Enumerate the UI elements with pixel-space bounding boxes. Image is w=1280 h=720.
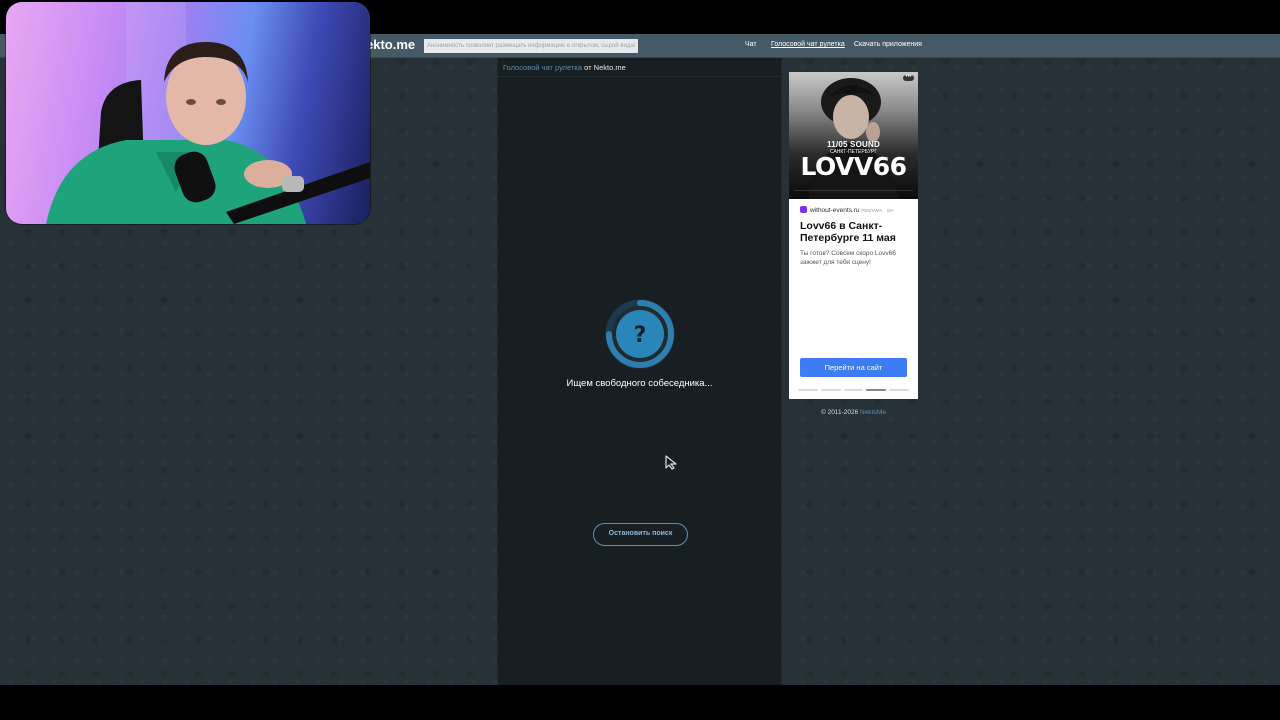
spinner-glyph: ? bbox=[634, 323, 647, 348]
copyright-text: © 2011-2026 bbox=[820, 409, 859, 416]
webcam-overlay bbox=[6, 2, 370, 224]
streamer-webcam-image bbox=[46, 2, 370, 224]
site-logo[interactable]: ekto.me bbox=[366, 37, 415, 52]
mouse-cursor-icon bbox=[665, 455, 677, 470]
ad-source[interactable]: without-events.ru РЕКЛАМА · 18+ bbox=[800, 206, 894, 214]
ad-artist-name: LOVV66 bbox=[800, 152, 907, 181]
ad-slide-dot[interactable] bbox=[798, 389, 818, 391]
ad-image-footer bbox=[794, 190, 913, 196]
nav-item-download-apps[interactable]: Скачать приложения bbox=[854, 41, 922, 48]
footer-brand-link[interactable]: NektoMe bbox=[860, 409, 886, 416]
ad-event-date: 11/05 SOUND bbox=[827, 140, 880, 149]
chat-header: Голосовой чат рулетка от Nekto.me bbox=[498, 58, 781, 77]
chat-header-link[interactable]: Голосовой чат рулетка bbox=[503, 63, 582, 72]
ad-slide-dot[interactable] bbox=[889, 389, 909, 391]
stop-search-button[interactable]: Остановить поиск bbox=[593, 523, 688, 546]
ad-source-favicon-icon bbox=[800, 206, 807, 213]
ad-slide-dot-active[interactable] bbox=[866, 389, 887, 391]
ad-description: Ты готов? Совсем скоро Lovv66 зажжет для… bbox=[800, 250, 896, 266]
ad-slide-dot[interactable] bbox=[820, 389, 841, 391]
ad-slide-indicator bbox=[798, 389, 909, 391]
search-spinner-icon: ? bbox=[605, 299, 675, 369]
site-tagline: Анонимность позволяет размещать информац… bbox=[424, 39, 639, 53]
nav-item-voice-roulette[interactable]: Голосовой чат рулетка bbox=[771, 41, 845, 48]
ad-source-domain: without-events.ru bbox=[810, 207, 860, 214]
chat-panel: Голосовой чат рулетка от Nekto.me ? Ищем… bbox=[497, 58, 782, 685]
footer-copyright: © 2011-2026 NektoMe bbox=[789, 409, 918, 416]
ad-source-meta: РЕКЛАМА · 18+ bbox=[861, 208, 895, 213]
search-status-text: Ищем свободного собеседника... bbox=[566, 378, 713, 389]
nav-item-chat[interactable]: Чат bbox=[745, 41, 757, 48]
ad-go-to-site-button[interactable]: Перейти на сайт bbox=[800, 358, 907, 377]
ad-slide-dot[interactable] bbox=[843, 389, 864, 391]
chat-header-from: от bbox=[584, 63, 592, 72]
chat-header-brand: Nekto.me bbox=[593, 63, 626, 72]
ad-poster-image[interactable]: ••• 11/05 SOUND САНКТ-ПЕТЕРБУРГ LOVV66 bbox=[789, 72, 918, 199]
ad-menu-button[interactable]: ••• bbox=[903, 74, 914, 81]
advertisement-card[interactable]: ••• 11/05 SOUND САНКТ-ПЕТЕРБУРГ LOVV66 w… bbox=[789, 72, 918, 399]
ad-title[interactable]: Lovv66 в Санкт-Петербурге 11 мая bbox=[800, 220, 912, 244]
